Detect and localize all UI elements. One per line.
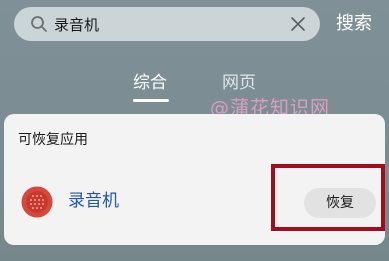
search-button[interactable]: 搜索 xyxy=(336,10,372,38)
search-input[interactable] xyxy=(54,13,284,35)
section-title: 可恢复应用 xyxy=(18,132,88,148)
recoverable-apps-card: 可恢复应用 录音机 恢复 xyxy=(4,114,385,245)
active-tab-indicator xyxy=(133,99,169,102)
tab-comprehensive[interactable]: 综合 xyxy=(133,70,167,96)
search-icon xyxy=(31,16,47,32)
search-bar[interactable] xyxy=(14,7,320,41)
list-item[interactable]: 录音机 恢复 xyxy=(4,172,385,232)
restore-button[interactable]: 恢复 xyxy=(304,188,376,218)
app-name[interactable]: 录音机 xyxy=(68,189,119,213)
clear-icon[interactable] xyxy=(290,16,306,32)
recorder-app-icon xyxy=(21,186,53,218)
